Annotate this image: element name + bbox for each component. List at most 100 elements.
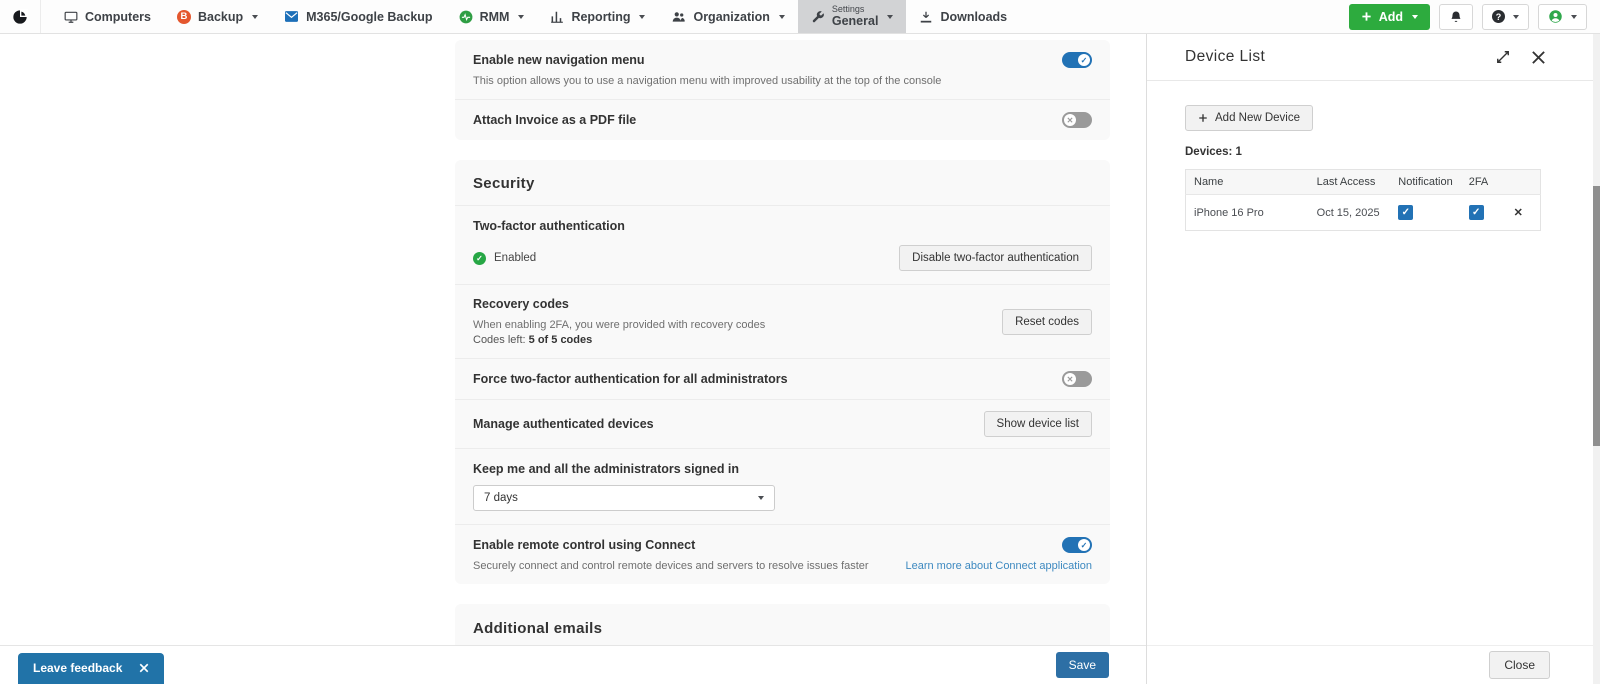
- toggle-knob: ✓: [1078, 539, 1090, 551]
- setting-row-remote-connect: Enable remote control using Connect ✓ Se…: [455, 525, 1110, 584]
- toggle-knob: ✓: [1078, 54, 1090, 66]
- setting-row-keep-signed-in: Keep me and all the administrators signe…: [455, 449, 1110, 525]
- nav-item-downloads[interactable]: Downloads: [906, 0, 1020, 33]
- delete-device-icon[interactable]: ✕: [1514, 207, 1523, 219]
- show-device-list-button[interactable]: Show device list: [983, 411, 1092, 437]
- app-logo[interactable]: [0, 0, 41, 33]
- device-notification-cell: ✓: [1390, 194, 1461, 231]
- settings-main-area: Enable new navigation menu ✓ This option…: [0, 34, 1147, 684]
- top-navigation-bar: Computers B Backup M365/Google Backup RM…: [0, 0, 1600, 34]
- toggle-knob: ✕: [1064, 373, 1076, 385]
- notifications-button[interactable]: [1439, 3, 1473, 30]
- pie-logo-icon: [13, 8, 28, 24]
- setting-title: Force two-factor authentication for all …: [473, 372, 788, 386]
- security-card: Security Two-factor authentication ✓ Ena…: [455, 160, 1110, 584]
- add-button-label: Add: [1378, 9, 1403, 24]
- user-icon: [1549, 10, 1562, 23]
- monitor-icon: [64, 11, 78, 23]
- check-circle-icon: ✓: [473, 251, 486, 265]
- envelope-icon: [285, 11, 299, 22]
- settings-footer: Save: [0, 645, 1146, 684]
- signed-in-duration-select[interactable]: 7 days: [473, 485, 775, 511]
- nav-item-reporting[interactable]: Reporting: [537, 0, 658, 33]
- general-options-card: Enable new navigation menu ✓ This option…: [455, 40, 1110, 140]
- wrench-icon: [812, 10, 824, 22]
- navigation-menu-toggle[interactable]: ✓: [1062, 52, 1092, 68]
- chevron-down-icon: [639, 14, 646, 19]
- devices-count: Devices: 1: [1185, 146, 1242, 158]
- nav-label: Backup: [197, 9, 244, 24]
- nav-label-small: Settings: [831, 4, 865, 15]
- nav-label: RMM: [479, 9, 510, 24]
- nav-label: M365/Google Backup: [306, 9, 433, 24]
- security-section-title: Security: [455, 160, 1110, 206]
- device-list-footer: Close: [1147, 645, 1600, 684]
- leave-feedback-label: Leave feedback: [33, 661, 123, 675]
- content-area: Enable new navigation menu ✓ This option…: [0, 34, 1600, 684]
- setting-row-attach-invoice: Attach Invoice as a PDF file ✕: [455, 100, 1110, 140]
- nav-item-rmm[interactable]: RMM: [446, 0, 538, 33]
- setting-row-two-factor: Two-factor authentication ✓ Enabled Disa…: [455, 206, 1110, 285]
- remote-connect-toggle[interactable]: ✓: [1062, 537, 1092, 553]
- help-button[interactable]: ?: [1482, 3, 1529, 30]
- nav-label: Organization: [693, 9, 770, 24]
- device-2fa-cell: ✓: [1460, 194, 1506, 231]
- device-last-access-cell: Oct 15, 2025: [1308, 194, 1391, 231]
- close-icon[interactable]: [139, 663, 149, 673]
- setting-title: Two-factor authentication: [473, 219, 625, 233]
- chevron-down-icon: [778, 14, 785, 19]
- recovery-codes-description: When enabling 2FA, you were provided wit…: [473, 319, 766, 331]
- nav-item-computers[interactable]: Computers: [51, 0, 164, 33]
- save-button[interactable]: Save: [1055, 652, 1109, 678]
- nav-items: Computers B Backup M365/Google Backup RM…: [51, 0, 1020, 33]
- table-row: iPhone 16 Pro Oct 15, 2025 ✓ ✓ ✕: [1185, 194, 1541, 231]
- force-two-factor-toggle[interactable]: ✕: [1062, 371, 1092, 387]
- twofa-status-text: Enabled: [494, 252, 537, 264]
- codes-left-value: 5 of 5 codes: [528, 334, 593, 346]
- disable-two-factor-button[interactable]: Disable two-factor authentication: [899, 245, 1092, 271]
- notification-checkbox[interactable]: ✓: [1398, 205, 1414, 220]
- expand-icon[interactable]: [1496, 50, 1510, 64]
- column-header-last-access: Last Access: [1308, 169, 1391, 195]
- nav-label: Downloads: [940, 9, 1008, 24]
- nav-label: General: [831, 14, 879, 29]
- chevron-down-icon: [252, 14, 259, 19]
- nav-label: Computers: [85, 9, 151, 24]
- setting-row-navigation-menu: Enable new navigation menu ✓ This option…: [455, 40, 1110, 100]
- nav-item-settings-general[interactable]: Settings General: [797, 0, 907, 33]
- plus-icon: [1199, 114, 1207, 122]
- device-list-title: Device List: [1185, 48, 1266, 65]
- nav-item-organization[interactable]: Organization: [658, 0, 797, 33]
- backup-icon: B: [176, 9, 191, 24]
- close-icon[interactable]: [1531, 50, 1546, 65]
- toggle-knob: ✕: [1064, 114, 1076, 126]
- setting-description: This option allows you to use a navigati…: [473, 75, 942, 87]
- download-icon: [921, 11, 932, 23]
- reset-codes-button[interactable]: Reset codes: [1002, 308, 1092, 335]
- column-header-notification: Notification: [1390, 169, 1461, 195]
- setting-title: Enable new navigation menu: [473, 53, 645, 67]
- column-header-actions: [1505, 169, 1541, 195]
- setting-title: Attach Invoice as a PDF file: [473, 113, 637, 127]
- device-delete-cell: ✕: [1505, 194, 1541, 231]
- scrollbar-thumb[interactable]: [1593, 186, 1600, 446]
- chevron-down-icon: [1513, 14, 1519, 19]
- setting-title: Manage authenticated devices: [473, 417, 654, 431]
- chevron-down-icon: [887, 14, 894, 19]
- chevron-down-icon: [758, 496, 764, 500]
- close-button[interactable]: Close: [1489, 651, 1550, 679]
- add-button[interactable]: Add: [1348, 3, 1430, 30]
- user-menu-button[interactable]: [1538, 3, 1587, 30]
- nav-item-backup[interactable]: B Backup: [164, 0, 271, 33]
- add-new-device-button[interactable]: Add New Device: [1185, 105, 1314, 131]
- nav-right-controls: Add ?: [1348, 0, 1600, 33]
- page-scrollbar: [1593, 34, 1600, 684]
- chevron-down-icon: [518, 14, 525, 19]
- nav-item-m365-google-backup[interactable]: M365/Google Backup: [271, 0, 445, 33]
- attach-invoice-toggle[interactable]: ✕: [1062, 112, 1092, 128]
- connect-learn-more-link[interactable]: Learn more about Connect application: [905, 560, 1092, 572]
- device-table-header-row: Name Last Access Notification 2FA: [1185, 169, 1541, 195]
- twofa-checkbox[interactable]: ✓: [1468, 205, 1484, 220]
- leave-feedback-button[interactable]: Leave feedback: [18, 653, 165, 684]
- chevron-down-icon: [1412, 14, 1418, 19]
